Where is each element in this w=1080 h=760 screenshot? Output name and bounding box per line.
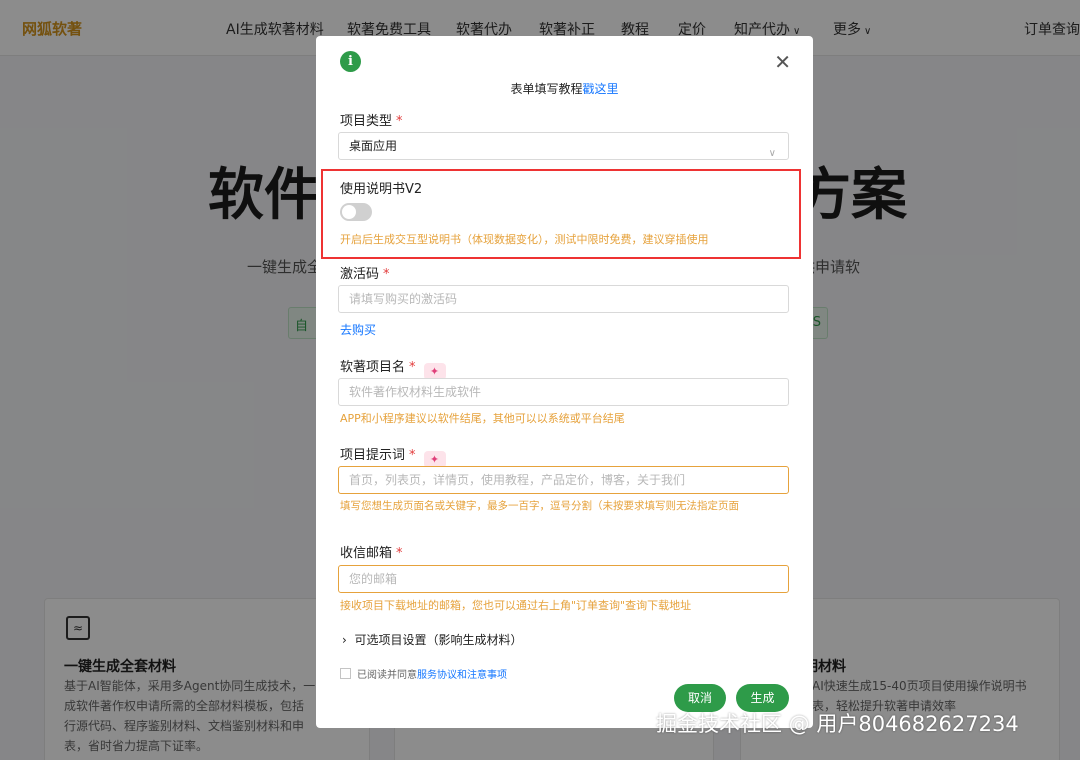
- project-type-select[interactable]: 桌面应用 ∨: [338, 132, 789, 160]
- manual-v2-hint: 开启后生成交互型说明书（体现数据变化），测试中限时免费，建议穿插使用: [340, 233, 709, 246]
- info-icon: i: [340, 51, 361, 72]
- agree-checkbox[interactable]: [340, 668, 351, 679]
- agreement-link[interactable]: 服务协议和注意事项: [417, 670, 507, 681]
- tutorial-line: 表单填写教程戳这里: [316, 80, 813, 97]
- tutorial-text: 表单填写教程: [510, 82, 583, 96]
- prompt-input[interactable]: [338, 466, 789, 494]
- optional-settings-label: 可选项目设置（影响生成材料）: [354, 633, 523, 647]
- project-type-label-text: 项目类型: [340, 114, 393, 129]
- required-mark: *: [396, 114, 403, 129]
- email-input[interactable]: [338, 565, 789, 593]
- activation-label: 激活码 *: [340, 263, 390, 282]
- activation-code-input[interactable]: [338, 285, 789, 313]
- required-mark: *: [409, 448, 416, 463]
- prompt-label-text: 项目提示词: [340, 448, 406, 463]
- email-hint: 接收项目下载地址的邮箱，您也可以通过右上角"订单查询"查询下载地址: [340, 599, 692, 612]
- activation-label-text: 激活码: [340, 267, 380, 282]
- project-name-label-text: 软著项目名: [340, 360, 406, 375]
- watermark: 掘金技术社区 @ 用户804682627234: [656, 712, 1019, 736]
- prompt-hint: 填写您想生成页面名或关键字，最多一百字，逗号分割（未按要求填写则无法指定页面: [340, 500, 739, 512]
- project-type-label: 项目类型 *: [340, 110, 403, 129]
- email-label: 收信邮箱 *: [340, 542, 403, 561]
- agree-text: 已阅读并同意: [357, 670, 417, 681]
- manual-v2-toggle[interactable]: [340, 203, 372, 221]
- buy-link[interactable]: 去购买: [340, 321, 376, 338]
- tutorial-link[interactable]: 戳这里: [583, 82, 619, 96]
- optional-settings-expander[interactable]: › 可选项目设置（影响生成材料）: [342, 631, 522, 648]
- manual-v2-label: 使用说明书V2: [340, 182, 423, 197]
- close-icon[interactable]: ✕: [774, 50, 791, 74]
- required-mark: *: [409, 360, 416, 375]
- project-name-input[interactable]: [338, 378, 789, 406]
- required-mark: *: [383, 267, 390, 282]
- project-name-label: 软著项目名 * ✦: [340, 356, 446, 380]
- form-modal: i ✕ 表单填写教程戳这里 项目类型 * 桌面应用 ∨ 使用说明书V2 开启后生成交…: [316, 36, 813, 728]
- chevron-down-icon: ∨: [768, 148, 776, 159]
- required-mark: *: [396, 546, 403, 561]
- prompt-label: 项目提示词 * ✦: [340, 444, 446, 468]
- agree-line: 已阅读并同意服务协议和注意事项: [357, 666, 507, 681]
- project-name-hint: APP和小程序建议以软件结尾，其他可以以系统或平台结尾: [340, 412, 625, 425]
- project-type-value: 桌面应用: [349, 139, 398, 153]
- email-label-text: 收信邮箱: [340, 546, 393, 561]
- chevron-right-icon: ›: [342, 633, 347, 647]
- toggle-knob: [342, 205, 356, 219]
